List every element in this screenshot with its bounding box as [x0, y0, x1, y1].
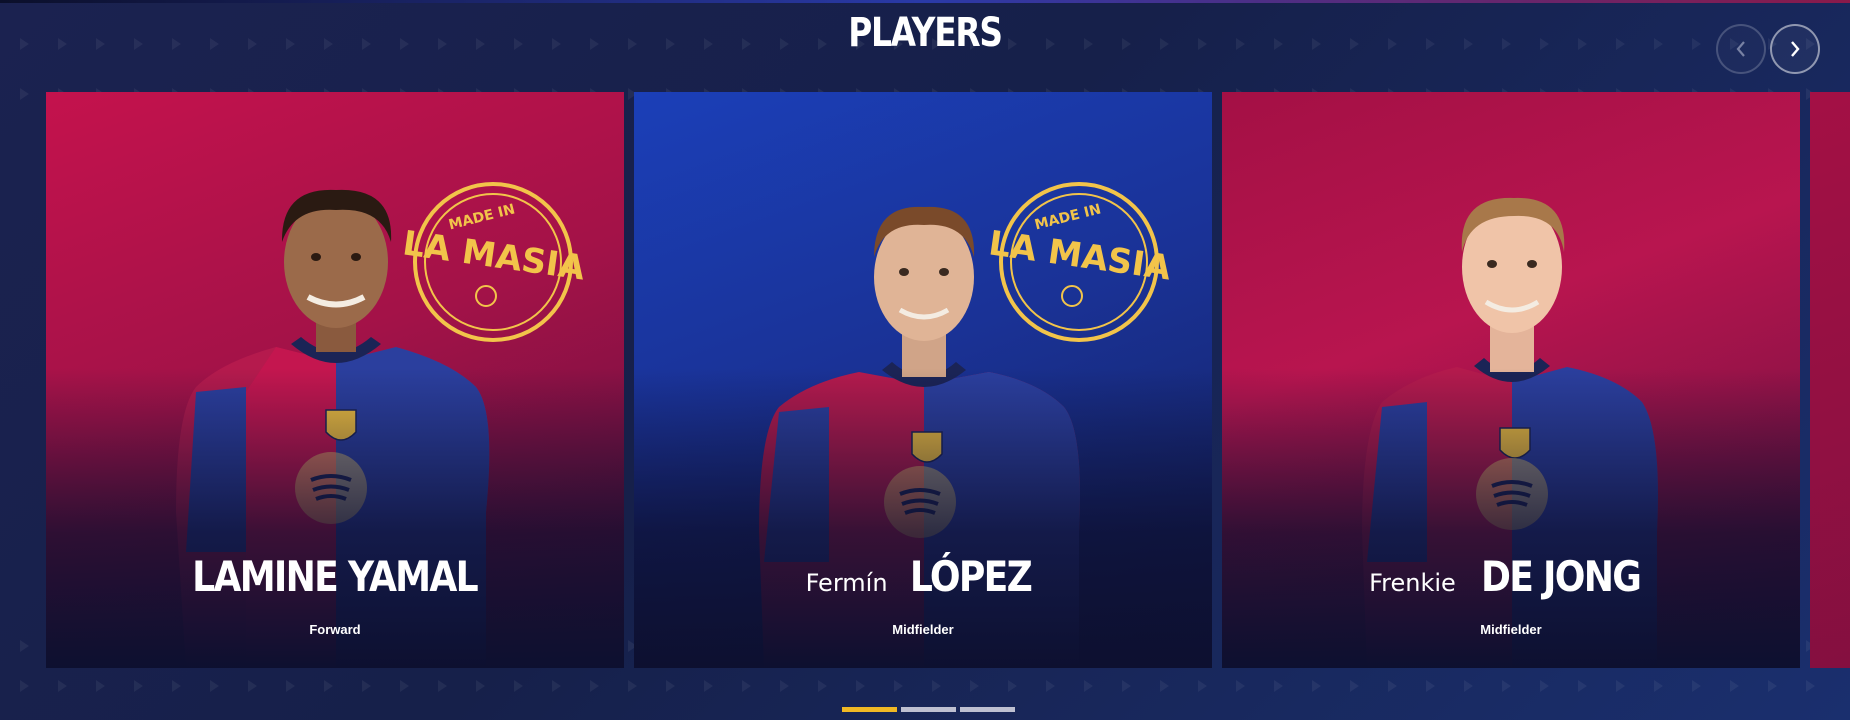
pattern-triangle	[1084, 680, 1093, 692]
player-position: Forward	[309, 622, 361, 637]
pattern-triangle	[818, 680, 827, 692]
pattern-triangle	[1692, 38, 1701, 50]
pattern-triangle	[1008, 680, 1017, 692]
player-card-partial[interactable]	[1810, 92, 1850, 668]
pattern-triangle	[742, 680, 751, 692]
pattern-triangle	[1540, 680, 1549, 692]
pattern-triangle	[1236, 680, 1245, 692]
svg-text:MADE IN: MADE IN	[1033, 201, 1103, 233]
players-carousel[interactable]: MADE IN LA MASIA 19	[46, 92, 1850, 668]
made-in-la-masia-badge: MADE IN LA MASIA	[400, 182, 588, 342]
player-position: Midfielder	[892, 622, 954, 637]
pattern-triangle	[20, 88, 29, 100]
pattern-triangle	[476, 680, 485, 692]
pattern-triangle	[400, 680, 409, 692]
pattern-triangle	[1046, 680, 1055, 692]
pattern-triangle	[1198, 680, 1207, 692]
player-name: LAMINE YAMAL	[46, 552, 624, 601]
pattern-triangle	[1350, 680, 1359, 692]
pattern-triangle	[628, 680, 637, 692]
player-first-name: Frenkie	[1369, 569, 1456, 597]
player-last-name: LAMINE YAMAL	[192, 552, 479, 601]
pattern-triangle	[552, 680, 561, 692]
pattern-triangle	[96, 680, 105, 692]
pattern-triangle	[58, 38, 67, 50]
pattern-triangle	[134, 680, 143, 692]
pattern-triangle	[134, 38, 143, 50]
pattern-triangle	[20, 640, 29, 652]
pagination-dot[interactable]	[901, 707, 956, 712]
pattern-triangle	[1312, 680, 1321, 692]
chevron-right-icon	[1791, 41, 1800, 57]
pattern-triangle	[1692, 680, 1701, 692]
pattern-triangle	[1730, 680, 1739, 692]
svg-text:MADE IN: MADE IN	[447, 201, 517, 233]
pattern-triangle	[590, 680, 599, 692]
svg-text:LA MASIA: LA MASIA	[400, 223, 588, 288]
pattern-triangle	[894, 680, 903, 692]
player-first-name: Fermín	[805, 569, 888, 597]
section-title: PLAYERS	[848, 10, 1003, 56]
player-card[interactable]: MADE IN LA MASIA 19	[46, 92, 624, 668]
pagination-dot-active[interactable]	[842, 707, 897, 712]
pattern-triangle	[362, 680, 371, 692]
made-in-la-masia-badge: MADE IN LA MASIA	[986, 182, 1174, 342]
pattern-triangle	[1426, 680, 1435, 692]
svg-text:LA MASIA: LA MASIA	[986, 223, 1174, 288]
pattern-triangle	[514, 680, 523, 692]
player-last-name: DE JONG	[1480, 552, 1642, 601]
carousel-prev-button[interactable]	[1716, 24, 1766, 74]
pattern-triangle	[96, 38, 105, 50]
player-name: Fermín LÓPEZ	[634, 552, 1212, 601]
pattern-triangle	[970, 680, 979, 692]
pattern-triangle	[324, 680, 333, 692]
pattern-triangle	[1616, 680, 1625, 692]
pattern-triangle	[780, 680, 789, 692]
pattern-triangle	[1654, 680, 1663, 692]
pattern-triangle	[1768, 680, 1777, 692]
player-card[interactable]: MADE IN LA MASIA 16 FermínLÓPEZ Midfield…	[634, 92, 1212, 668]
pattern-triangle	[932, 680, 941, 692]
pattern-triangle	[1122, 680, 1131, 692]
player-card[interactable]: 21 FrenkieDE JONG Midfielder	[1222, 92, 1800, 668]
pattern-triangle	[20, 38, 29, 50]
pattern-triangle	[172, 680, 181, 692]
player-last-name: LÓPEZ	[909, 552, 1032, 601]
pattern-triangle	[856, 680, 865, 692]
pattern-triangle	[248, 680, 257, 692]
player-position: Midfielder	[1480, 622, 1542, 637]
pagination-dot[interactable]	[960, 707, 1015, 712]
pattern-triangle	[210, 680, 219, 692]
pattern-triangle	[1388, 680, 1397, 692]
pattern-triangle	[666, 680, 675, 692]
pattern-triangle	[1578, 680, 1587, 692]
pattern-triangle	[58, 680, 67, 692]
carousel-pagination	[842, 707, 1015, 712]
pattern-triangle	[704, 680, 713, 692]
pattern-triangle	[286, 680, 295, 692]
pattern-triangle	[1464, 680, 1473, 692]
player-name: Frenkie DE JONG	[1222, 552, 1800, 601]
pattern-triangle	[1502, 680, 1511, 692]
pattern-triangle	[1160, 680, 1169, 692]
pattern-triangle	[1806, 680, 1815, 692]
carousel-next-button[interactable]	[1770, 24, 1820, 74]
top-accent-line	[0, 0, 1850, 3]
pattern-triangle	[1274, 680, 1283, 692]
pattern-triangle	[20, 680, 29, 692]
chevron-left-icon	[1736, 41, 1745, 57]
pattern-triangle	[438, 680, 447, 692]
